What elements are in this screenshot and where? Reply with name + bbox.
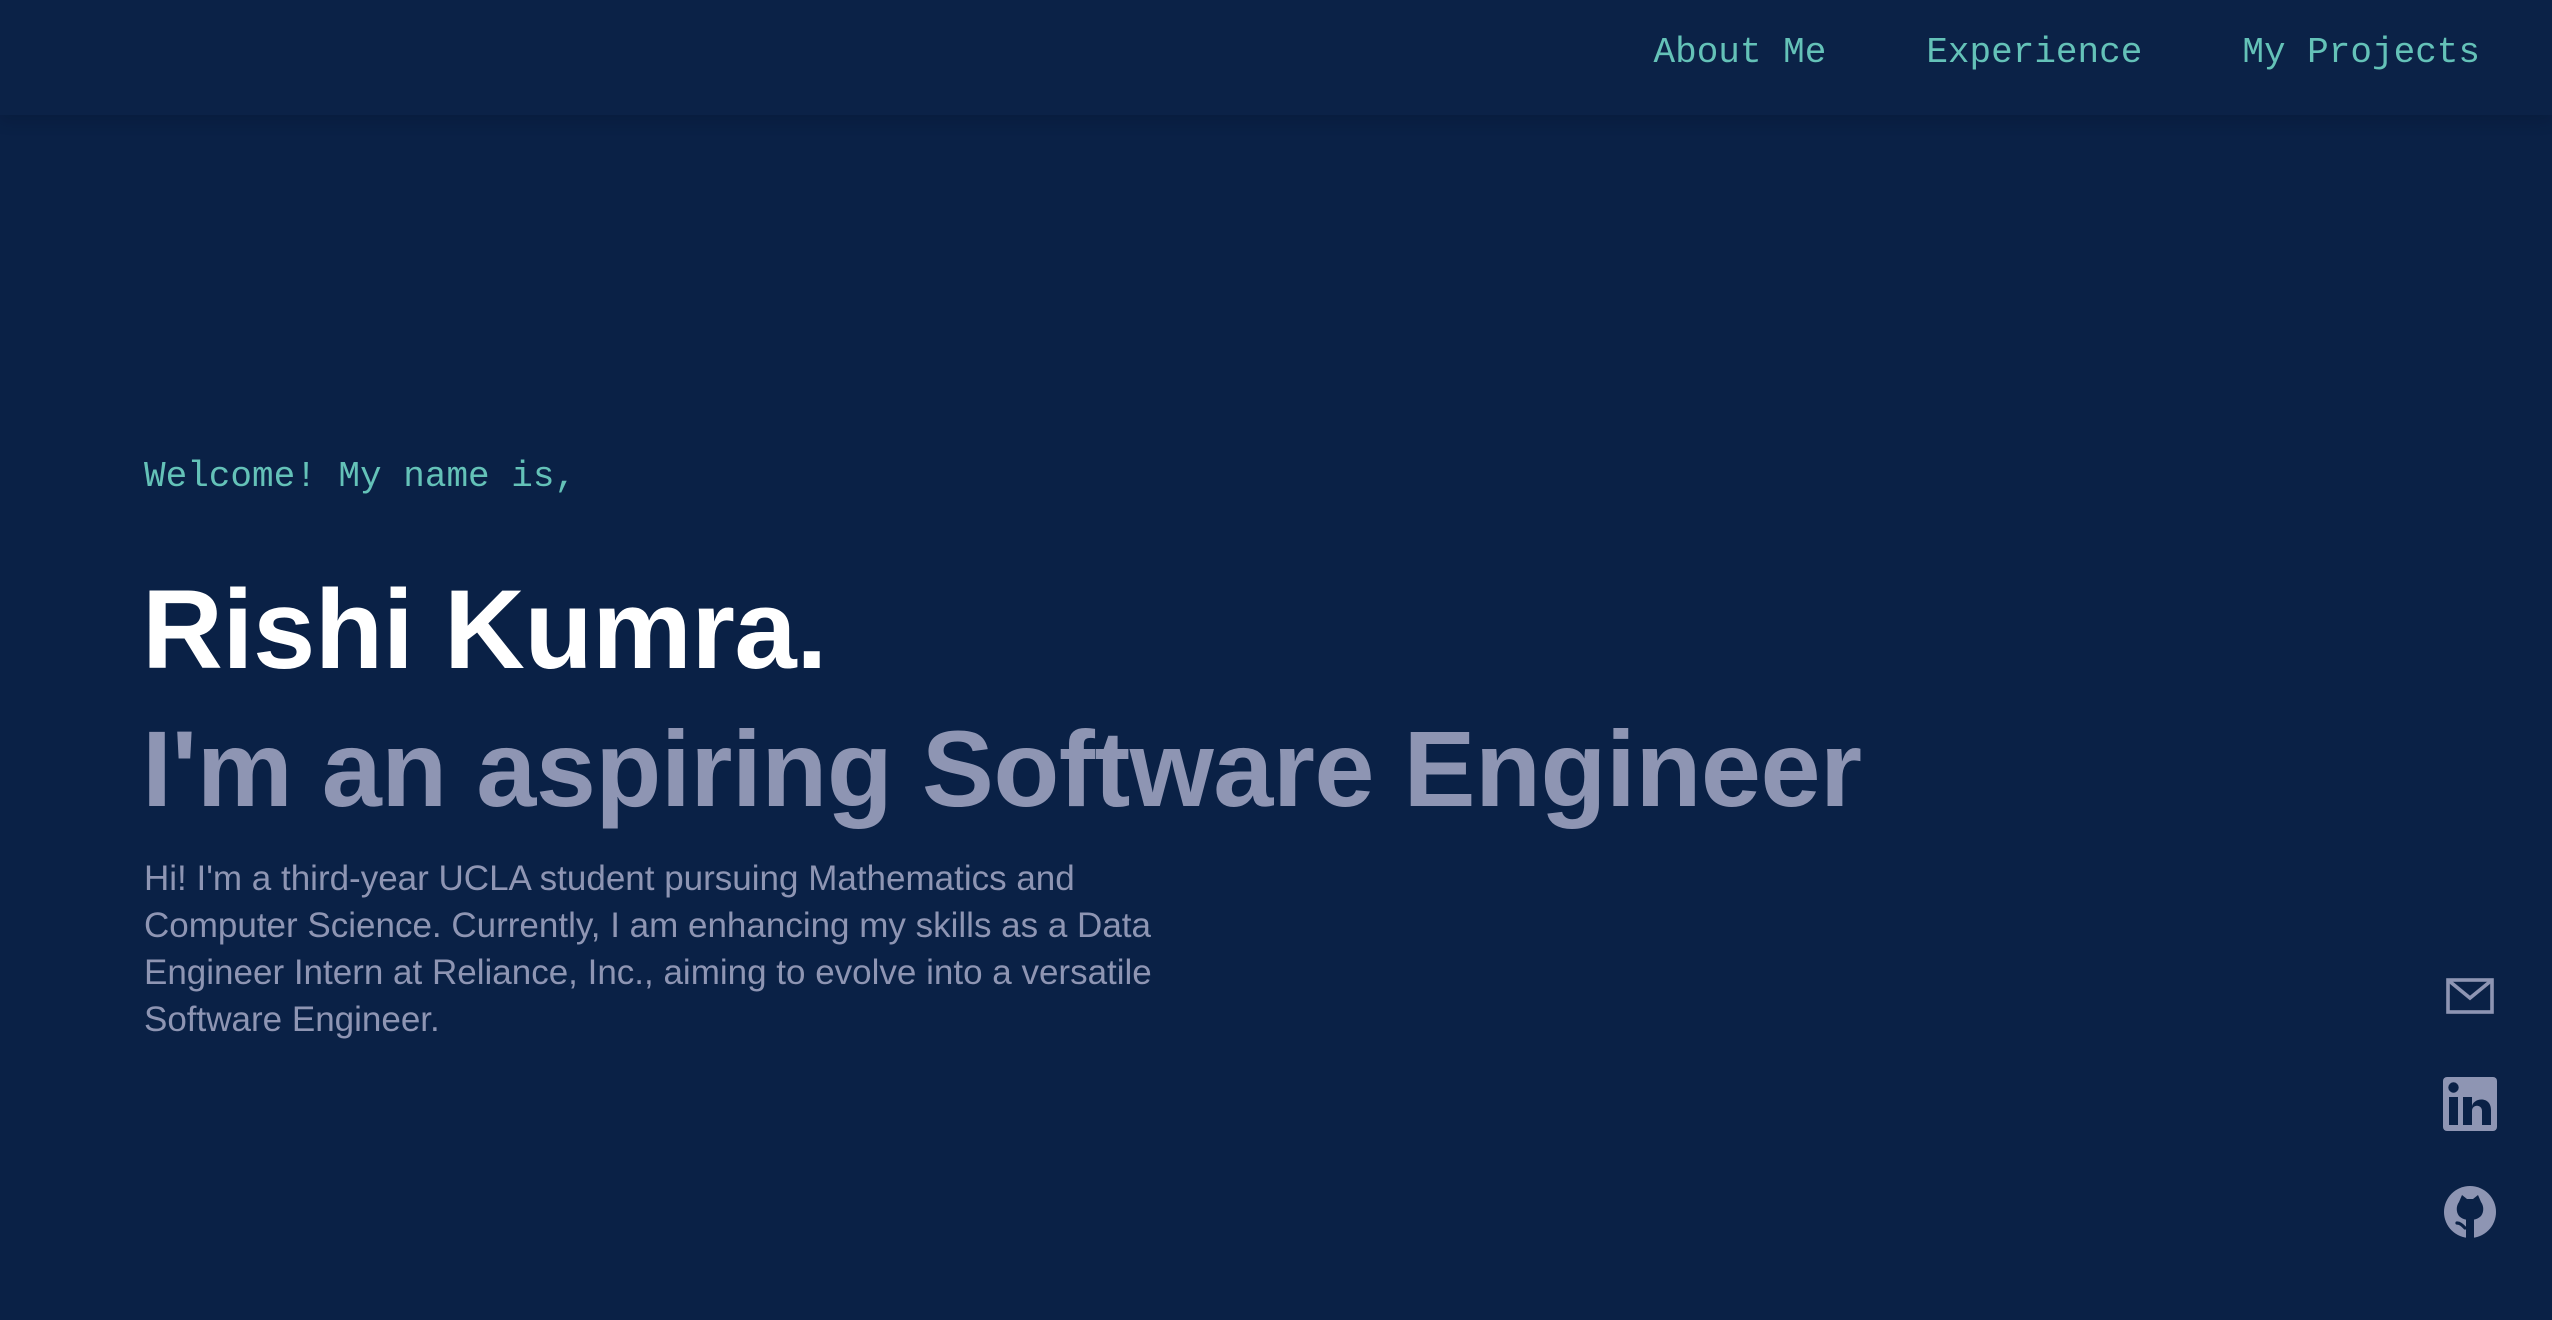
main-nav: About Me Experience My Projects bbox=[1653, 29, 2480, 77]
greeting-text: Welcome! My name is, bbox=[144, 456, 577, 497]
top-navigation-bar: About Me Experience My Projects bbox=[0, 0, 2552, 115]
nav-link-about-me[interactable]: About Me bbox=[1653, 29, 1826, 77]
nav-link-experience[interactable]: Experience bbox=[1926, 29, 2142, 77]
github-icon[interactable] bbox=[2442, 1184, 2498, 1240]
hero-bio: Hi! I'm a third-year UCLA student pursui… bbox=[144, 859, 1152, 1039]
linkedin-icon[interactable] bbox=[2442, 1077, 2498, 1133]
hero-tagline: I'm an aspiring Software Engineer bbox=[142, 708, 1862, 829]
nav-link-my-projects[interactable]: My Projects bbox=[2242, 29, 2480, 77]
mail-icon[interactable] bbox=[2442, 970, 2498, 1026]
hero-name: Rishi Kumra. bbox=[142, 567, 827, 692]
